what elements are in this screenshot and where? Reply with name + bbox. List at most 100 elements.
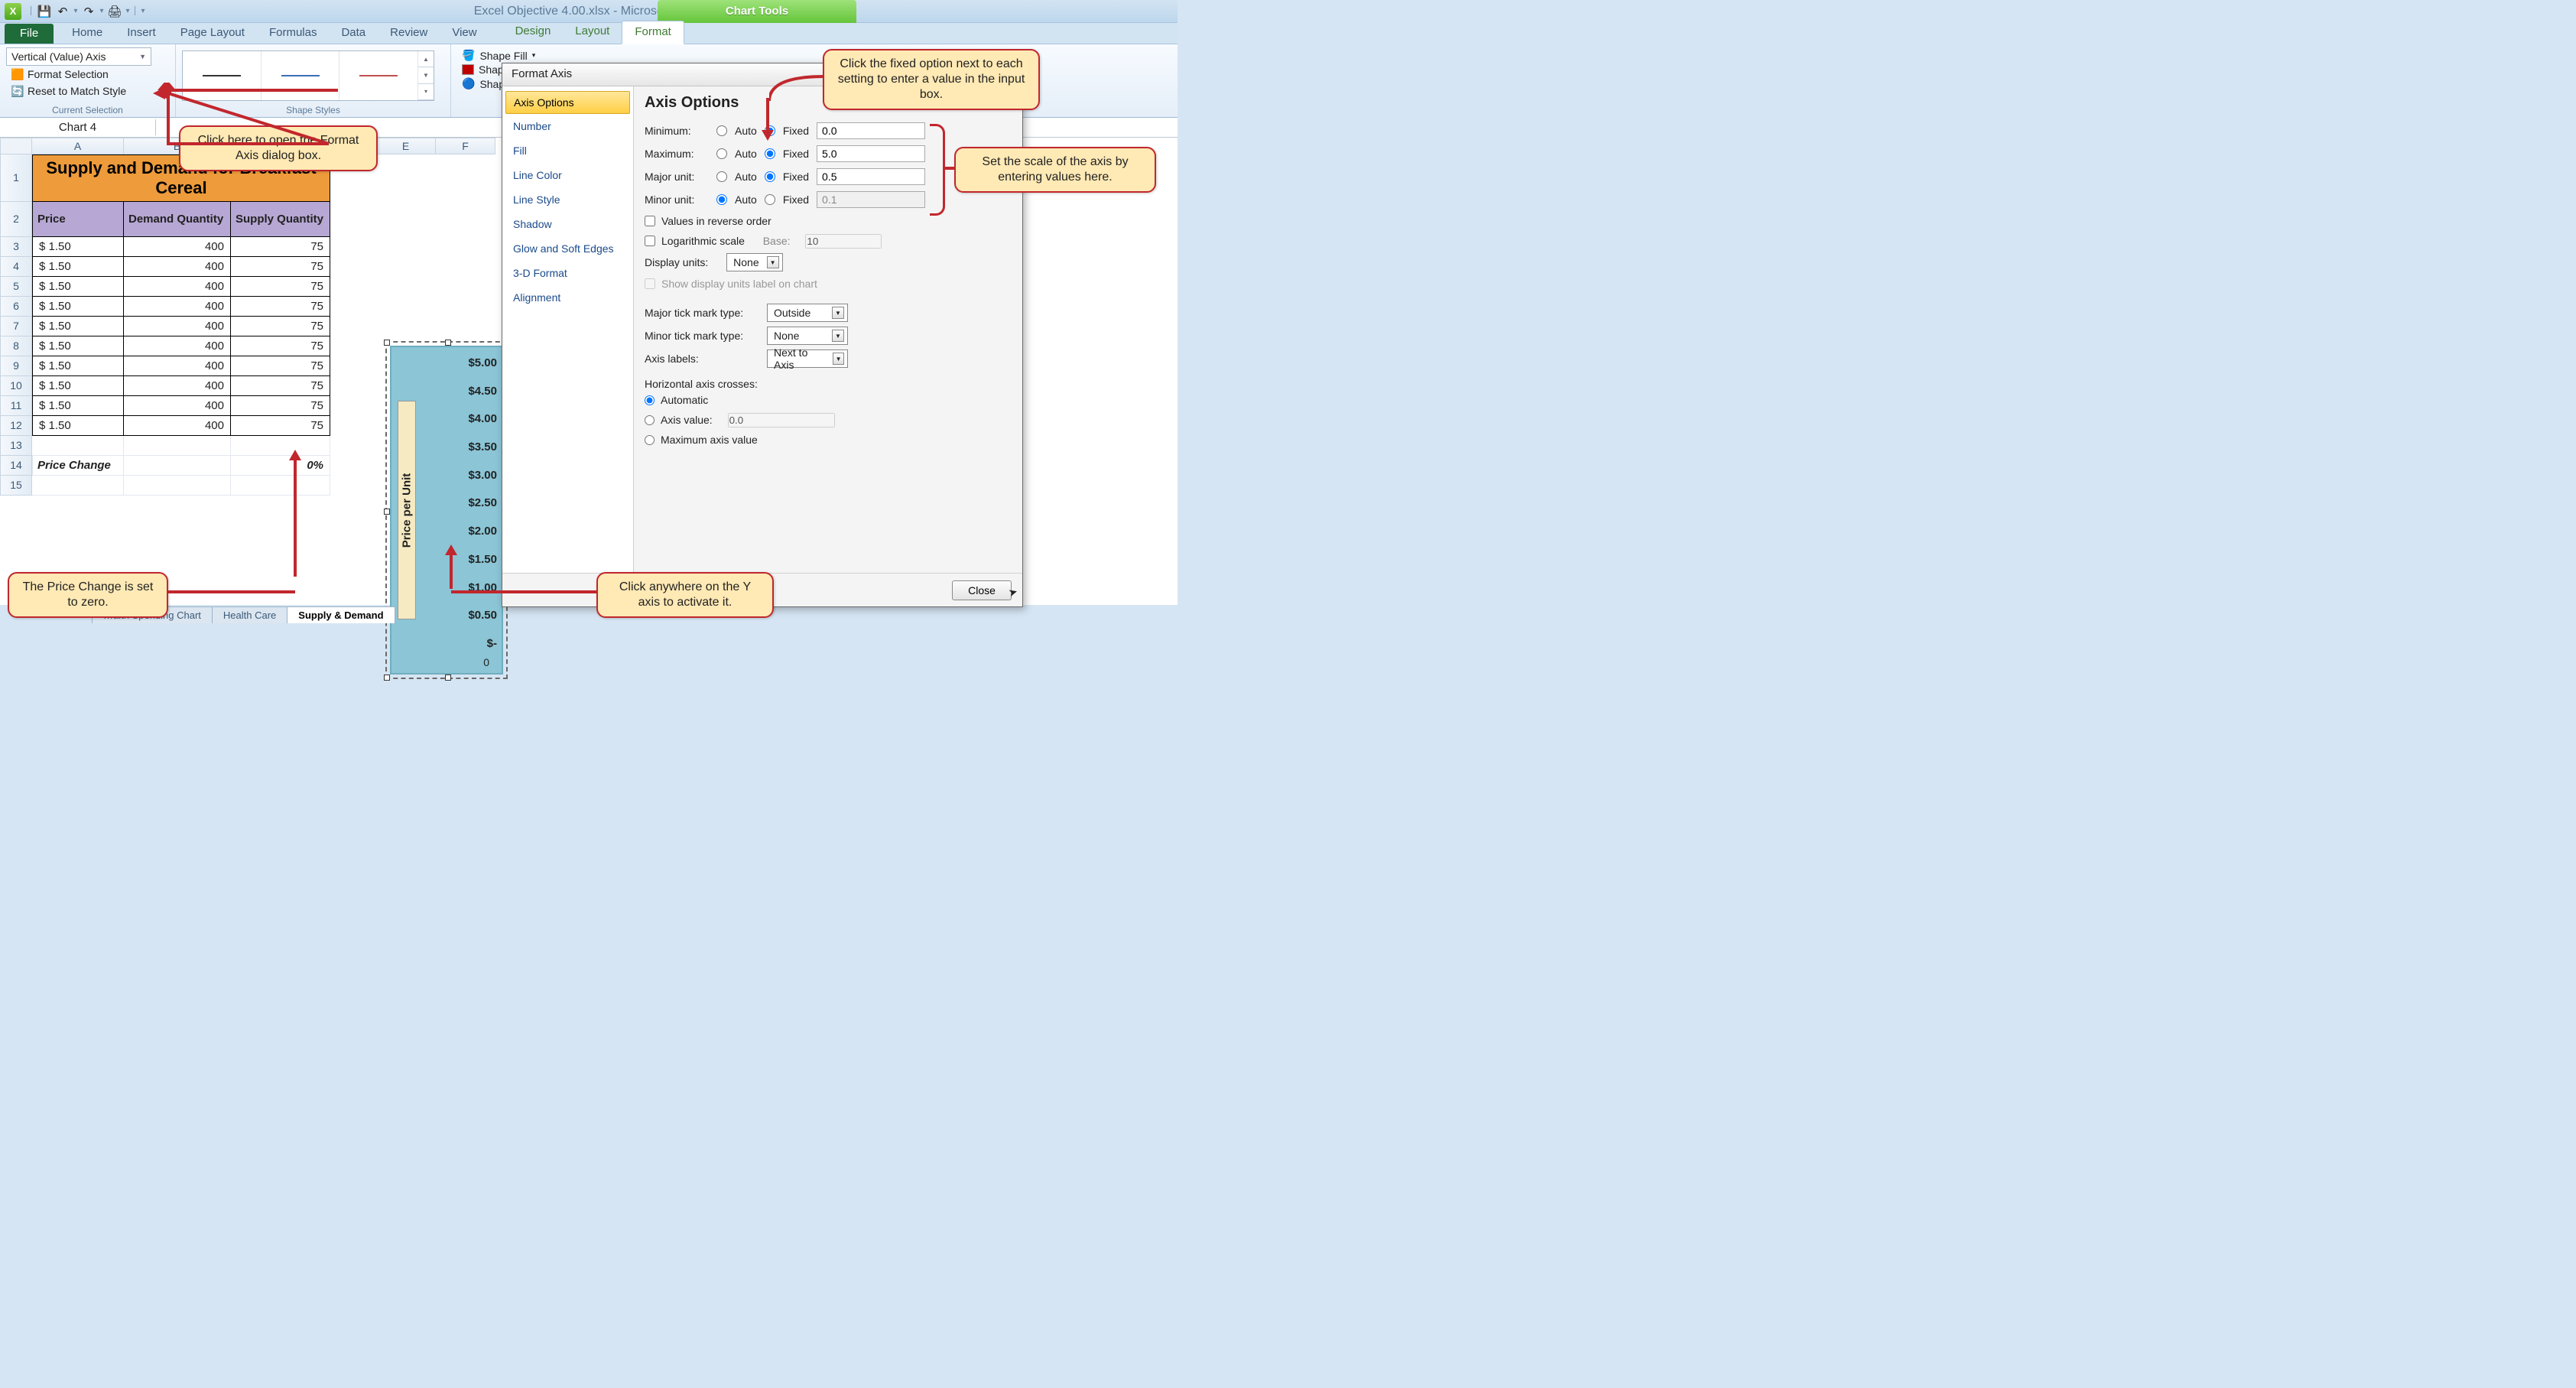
save-icon[interactable]: 💾 [37,4,52,19]
row-header-13[interactable]: 13 [0,436,32,456]
nav-alignment[interactable]: Alignment [502,285,633,310]
maximum-input[interactable] [817,145,925,162]
cell-demand[interactable]: 400 [124,277,231,297]
row-header-6[interactable]: 6 [0,297,32,317]
header-demand[interactable]: Demand Quantity [124,202,231,237]
cell-supply[interactable]: 75 [231,336,330,356]
cell-demand[interactable]: 400 [124,376,231,396]
cell-demand[interactable]: 400 [124,396,231,416]
minor-unit-fixed-radio[interactable] [765,194,775,205]
empty-cell[interactable] [32,436,124,456]
tab-page-layout[interactable]: Page Layout [168,22,257,44]
cell-supply[interactable]: 75 [231,416,330,436]
cell-price[interactable]: $ 1.50 [32,416,124,436]
row-header-7[interactable]: 7 [0,317,32,336]
close-button[interactable]: Close [952,580,1012,600]
qat-caret2[interactable]: ▾ [99,4,104,19]
shape-fill-button[interactable]: 🪣Shape Fill ▾ [462,49,554,62]
embedded-chart[interactable]: Price per Unit $5.00$4.50$4.00$3.50$3.00… [390,346,503,674]
row-header-9[interactable]: 9 [0,356,32,376]
cell-price[interactable]: $ 1.50 [32,277,124,297]
cell-supply[interactable]: 75 [231,297,330,317]
minor-unit-auto-radio[interactable] [716,194,727,205]
qat-caret[interactable]: ▾ [73,4,78,19]
shape-styles-gallery[interactable]: ▲▼▾ [182,50,434,101]
crosses-value-radio[interactable] [645,415,655,425]
reset-to-match-style-button[interactable]: 🔄 Reset to Match Style [6,83,169,99]
cell-price[interactable]: $ 1.50 [32,317,124,336]
row-header-15[interactable]: 15 [0,476,32,496]
minimum-input[interactable] [817,122,925,139]
header-price[interactable]: Price [32,202,124,237]
tab-review[interactable]: Review [378,22,440,44]
row-header-2[interactable]: 2 [0,202,32,237]
style-thumb-3[interactable] [339,51,418,100]
cell-supply[interactable]: 75 [231,237,330,257]
col-header-E[interactable]: E [376,138,436,154]
cell-supply[interactable]: 75 [231,396,330,416]
tab-design[interactable]: Design [503,21,564,44]
cell-demand[interactable]: 400 [124,257,231,277]
cell-demand[interactable]: 400 [124,237,231,257]
cell-demand[interactable]: 400 [124,297,231,317]
row-header-1[interactable]: 1 [0,154,32,202]
tab-insert[interactable]: Insert [115,22,168,44]
major-unit-fixed-radio[interactable] [765,171,775,182]
cell-demand[interactable]: 400 [124,356,231,376]
tab-formulas[interactable]: Formulas [257,22,330,44]
major-unit-auto-radio[interactable] [716,171,727,182]
cell-demand[interactable]: 400 [124,416,231,436]
row-header-11[interactable]: 11 [0,396,32,416]
maximum-fixed-radio[interactable] [765,148,775,159]
select-all-corner[interactable] [0,138,32,154]
nav-3d-format[interactable]: 3-D Format [502,261,633,285]
cell-price[interactable]: $ 1.50 [32,336,124,356]
crosses-auto-radio[interactable] [645,395,655,405]
chart-y-axis-title[interactable]: Price per Unit [398,401,416,619]
row-header-14[interactable]: 14 [0,456,32,476]
chart-y-axis-ticks[interactable]: $5.00$4.50$4.00$3.50$3.00$2.50$2.00$1.50… [468,356,497,650]
cell-price[interactable]: $ 1.50 [32,376,124,396]
crosses-max-radio[interactable] [645,435,655,445]
tab-layout[interactable]: Layout [563,21,622,44]
style-thumb-1[interactable] [183,51,261,100]
chart-element-dropdown[interactable]: Vertical (Value) Axis ▼ [6,47,151,66]
tab-file[interactable]: File [5,24,54,44]
major-unit-input[interactable] [817,168,925,185]
col-header-A[interactable]: A [32,138,124,154]
log-scale-checkbox[interactable] [645,236,655,246]
row-header-12[interactable]: 12 [0,416,32,436]
empty-cell[interactable] [231,476,330,496]
sheet-tab-supply-demand[interactable]: Supply & Demand [287,606,395,623]
undo-icon[interactable]: ↶ [55,4,70,19]
nav-axis-options[interactable]: Axis Options [505,91,630,114]
cell-supply[interactable]: 75 [231,277,330,297]
major-tick-dropdown[interactable]: Outside▼ [767,304,848,322]
minimum-auto-radio[interactable] [716,125,727,136]
tab-format[interactable]: Format [622,21,684,44]
nav-number[interactable]: Number [502,114,633,138]
minor-tick-dropdown[interactable]: None▼ [767,327,848,345]
row-header-3[interactable]: 3 [0,237,32,257]
reverse-order-checkbox[interactable] [645,216,655,226]
cell-price[interactable]: $ 1.50 [32,237,124,257]
cell-price[interactable]: $ 1.50 [32,257,124,277]
cell-supply[interactable]: 75 [231,257,330,277]
qat-caret3[interactable]: ▾ [125,4,130,19]
cell-supply[interactable]: 75 [231,376,330,396]
cell-price[interactable]: $ 1.50 [32,396,124,416]
price-change-value[interactable]: 0% [231,456,330,476]
nav-fill[interactable]: Fill [502,138,633,163]
display-units-dropdown[interactable]: None▼ [726,253,782,271]
header-supply[interactable]: Supply Quantity [231,202,330,237]
qat-customize[interactable]: ▾ [141,4,145,19]
print-icon[interactable]: 🖨 [107,4,122,19]
row-header-5[interactable]: 5 [0,277,32,297]
cell-supply[interactable]: 75 [231,317,330,336]
tab-view[interactable]: View [440,22,489,44]
row-header-10[interactable]: 10 [0,376,32,396]
redo-icon[interactable]: ↷ [81,4,96,19]
empty-cell[interactable] [124,456,231,476]
name-box[interactable]: Chart 4 [0,119,156,135]
nav-glow[interactable]: Glow and Soft Edges [502,236,633,261]
